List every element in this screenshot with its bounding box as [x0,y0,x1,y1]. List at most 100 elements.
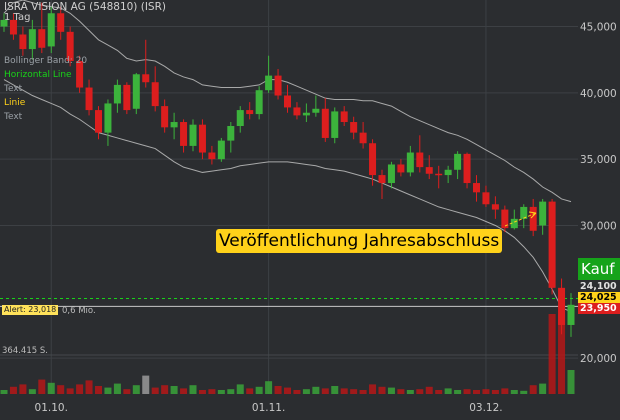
candle-body [548,201,556,288]
candle-body [359,132,367,144]
candle-body [397,164,405,173]
candle-body [95,110,102,133]
volume-bar [180,388,188,394]
volume-bar [312,386,320,394]
x-axis-panel [0,394,620,420]
volume-bar [284,387,291,394]
candle-body [331,111,339,138]
volume-bar [57,385,65,394]
y-tick-label: 20,000 [580,353,617,365]
candle-body [123,84,131,111]
volume-bar [501,388,509,394]
volume-bar [227,389,235,394]
volume-bar [85,380,93,394]
y-tick-label: 30,000 [580,220,617,232]
volume-bar [454,390,462,394]
volume-bar [28,389,36,394]
candle-body [378,175,386,184]
candle-body [255,90,263,115]
candle-body [170,122,178,128]
volume-bar [170,386,178,394]
candle-body [274,75,282,96]
candle-body [227,126,235,141]
candle-body [132,74,140,109]
volume-bar [444,388,452,394]
candle-body [425,167,433,174]
candle-body [529,206,537,231]
volume-bar [510,390,518,394]
legend-item-bollinger[interactable]: Bollinger Band: 20 [4,56,87,66]
volume-bar [217,390,225,394]
volume-bar [246,388,254,394]
volume-bar [104,387,112,394]
candle-body [85,87,93,111]
annotation-label: Veröffentlichung Jahresabschluss [216,229,503,253]
price-tag-last: 24,025 [578,292,620,303]
volume-bar [397,389,405,394]
volume-bar [132,385,140,394]
legend-item-hline[interactable]: Horizontal Line [4,70,72,80]
candle-body [28,29,36,50]
candle-body [161,106,169,128]
candle-body [567,304,575,325]
volume-bar [19,384,27,394]
volume-bar [66,388,74,394]
volume-bar [539,383,547,394]
volume-bar [369,384,377,394]
candle-body [47,13,55,47]
volume-bar [482,389,490,394]
volume-bar [331,386,339,394]
volume-axis-label: 0,6 Mio. [62,306,96,316]
candle-body [284,95,291,108]
chart-stage: 45,000 40,000 35,000 30,000 20,000 01.10. 01.1… [0,0,620,420]
candle-body [435,173,443,176]
volume-bar [198,390,206,394]
candle-body [180,122,188,146]
volume-bar [435,390,443,394]
volume-bar [350,389,358,394]
candle-body [520,206,528,219]
candle-body [444,169,452,176]
candle-body [208,152,216,160]
legend-item-text-2[interactable]: Text [4,112,22,122]
x-tick-label: 01.10. [35,402,68,414]
candle-body [302,112,310,116]
volume-max-label: 364.415 S. [2,346,48,356]
legend-item-text-1[interactable]: Text [4,84,22,94]
volume-bar [463,389,471,394]
candle-body [265,75,273,91]
chart-canvas: 45,000 40,000 35,000 30,000 20,000 01.10. 01.1… [0,0,620,420]
alert-label[interactable]: Alert: 23,018 [2,305,59,315]
candle-body [142,74,150,83]
candle-body [246,110,254,115]
candle-body [104,103,112,133]
volume-bar [359,390,367,394]
x-tick-label: 03.12. [469,402,502,414]
volume-bar [491,390,499,394]
volume-bar [387,387,395,394]
x-tick-label: 01.11. [252,402,285,414]
volume-bar [161,385,169,394]
volume-bar [293,390,301,394]
candle-body [350,122,358,133]
volume-bar [529,385,537,394]
volume-bar [321,388,329,394]
volume-bar [265,381,273,394]
candle-body [454,153,462,170]
volume-bar [0,390,8,394]
price-tag-ask: 24,100 [578,281,620,292]
y-tick-label: 35,000 [580,154,617,166]
candle-body [38,29,46,48]
candle-body [416,152,424,168]
volume-bar [274,386,282,394]
volume-bar [142,375,150,394]
volume-bar [113,383,121,394]
candle-body [491,204,499,210]
candle-body [482,192,490,205]
volume-bar [567,370,575,394]
buy-button[interactable]: Kauf [578,258,620,280]
volume-bar [189,385,197,394]
candle-body [473,183,480,193]
candle-body [369,143,377,176]
legend-item-linie[interactable]: Linie [4,98,25,108]
